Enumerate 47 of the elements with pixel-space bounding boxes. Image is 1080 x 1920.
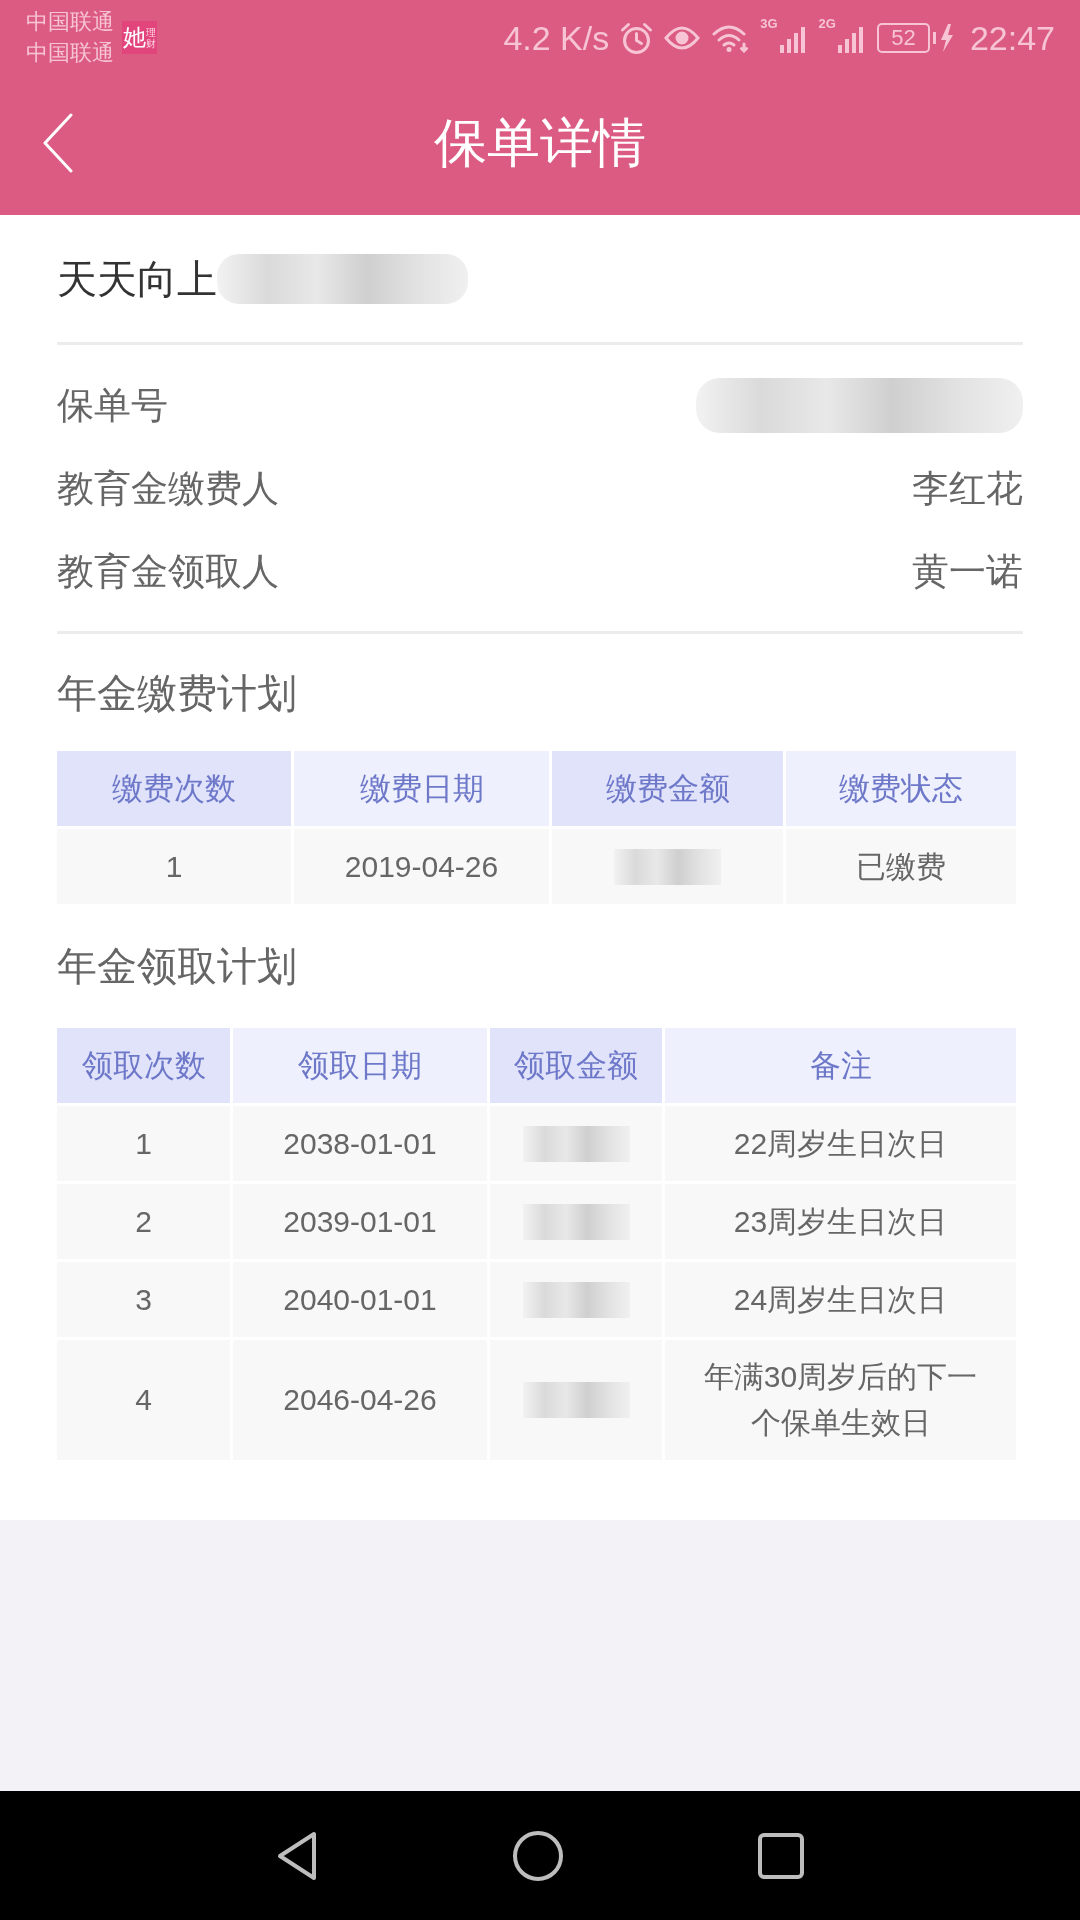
battery-percentage: 52 <box>876 23 930 53</box>
network-type: 3G <box>760 17 778 30</box>
table-cell: 22周岁生日次日 <box>665 1106 1016 1181</box>
table-cell: 1 <box>57 829 291 904</box>
table-cell: 2040-01-01 <box>233 1262 487 1337</box>
badge-text: 她 <box>123 26 146 49</box>
table-cell: 2039-01-01 <box>233 1184 487 1259</box>
table-cell: 4 <box>57 1340 230 1460</box>
table-cell: 2038-01-01 <box>233 1106 487 1181</box>
column-header: 领取日期 <box>233 1028 487 1103</box>
alarm-clock-icon <box>620 21 654 55</box>
back-icon[interactable] <box>276 1830 318 1881</box>
table-cell: 年满30周岁后的下一个保单生效日 <box>665 1340 1016 1460</box>
network-speed: 4.2 K/s <box>503 21 610 55</box>
field-value: 黄一诺 <box>912 553 1023 590</box>
network-type: 2G <box>818 17 836 30</box>
section-title: 年金缴费计划 <box>57 672 297 713</box>
table-cell: 2046-04-26 <box>233 1340 487 1460</box>
eye-icon <box>664 25 701 51</box>
policy-name: 天天向上 <box>57 258 217 299</box>
carrier-name: 中国联通 <box>26 39 114 67</box>
column-header: 缴费日期 <box>294 751 549 826</box>
recent-apps-icon[interactable] <box>758 1832 804 1879</box>
home-icon[interactable] <box>512 1829 564 1882</box>
table-cell: 3 <box>57 1262 230 1337</box>
field-label: 保单号 <box>57 387 168 424</box>
table-cell: 2 <box>57 1184 230 1259</box>
table-cell: 已缴费 <box>786 829 1016 904</box>
column-header: 备注 <box>665 1028 1016 1103</box>
carrier-name: 中国联通 <box>26 8 114 36</box>
column-header: 缴费金额 <box>552 751 783 826</box>
page-title: 保单详情 <box>434 116 646 169</box>
column-header: 缴费状态 <box>786 751 1016 826</box>
column-header: 缴费次数 <box>57 751 291 826</box>
table-cell: 1 <box>57 1106 230 1181</box>
column-header: 领取金额 <box>490 1028 662 1103</box>
table-cell: 23周岁生日次日 <box>665 1184 1016 1259</box>
table-cell: 24周岁生日次日 <box>665 1262 1016 1337</box>
field-label: 教育金领取人 <box>57 553 279 590</box>
status-time: 22:47 <box>969 21 1055 55</box>
field-label: 教育金缴费人 <box>57 470 279 507</box>
table-cell: 2019-04-26 <box>294 829 549 904</box>
badge-caption: 理财 <box>146 26 156 49</box>
wifi-icon <box>711 23 750 53</box>
section-title: 年金领取计划 <box>57 946 297 986</box>
column-header: 领取次数 <box>57 1028 230 1103</box>
field-value: 李红花 <box>912 470 1023 507</box>
